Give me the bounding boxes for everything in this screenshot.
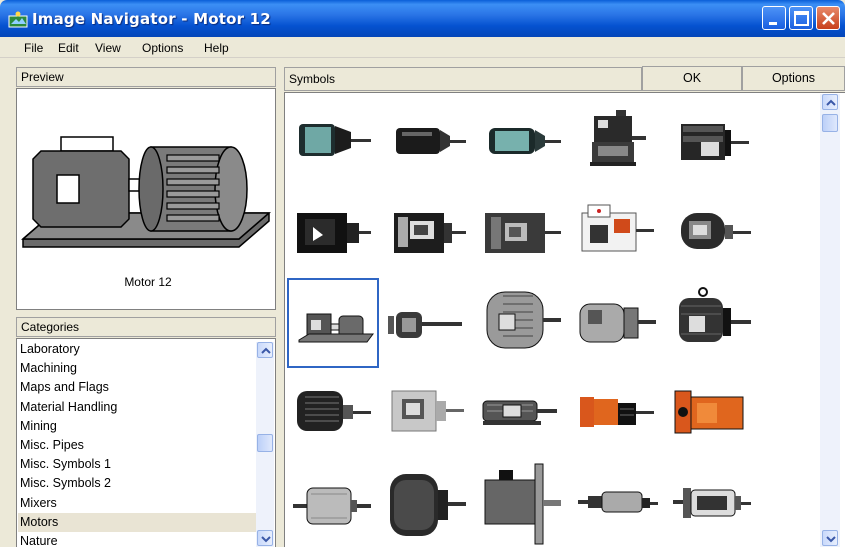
- symbol-cell[interactable]: [667, 460, 759, 547]
- flanged-motor-icon: [681, 124, 749, 160]
- symbols-header: Symbols: [284, 67, 642, 91]
- categories-header: Categories: [16, 317, 276, 337]
- servo-motor-icon: [484, 463, 561, 545]
- dark-drum-motor-icon: [390, 474, 466, 536]
- framed-motor-icon: [394, 213, 466, 253]
- ribbed-motor-icon: [297, 391, 371, 431]
- symbol-cell[interactable]: [667, 278, 759, 368]
- maximize-icon: [794, 11, 809, 26]
- symbol-cell[interactable]: [287, 278, 379, 368]
- symbol-cell[interactable]: [477, 187, 569, 277]
- menu-bar: File Edit View Options Help: [0, 37, 845, 58]
- gray-round-motor-icon: [681, 213, 751, 249]
- menu-options[interactable]: Options: [142, 41, 183, 55]
- symbol-cell[interactable]: [477, 96, 569, 186]
- close-button[interactable]: [816, 6, 840, 30]
- silver-drum-motor-icon: [293, 487, 371, 525]
- symbol-cell[interactable]: [667, 96, 759, 186]
- preview-header: Preview: [16, 67, 276, 87]
- symbol-cell[interactable]: [477, 278, 569, 368]
- symbol-cell[interactable]: [382, 369, 474, 459]
- large-gray-motor-icon: [486, 291, 561, 349]
- category-item[interactable]: Material Handling: [18, 398, 256, 417]
- symbol-cell[interactable]: [572, 460, 664, 547]
- category-item[interactable]: Maps and Flags: [18, 378, 256, 397]
- category-item[interactable]: Mining: [18, 417, 256, 436]
- clear-housing-motor-icon: [673, 488, 751, 518]
- chevron-up-icon: [826, 99, 836, 106]
- black-cylinder-motor-icon: [396, 128, 466, 154]
- scroll-thumb[interactable]: [257, 434, 273, 452]
- chevron-down-icon: [826, 536, 836, 543]
- menu-view[interactable]: View: [95, 41, 121, 55]
- scroll-thumb[interactable]: [822, 114, 838, 132]
- white-control-motor-icon: [581, 204, 654, 252]
- category-item[interactable]: Misc. Symbols 1: [18, 455, 256, 474]
- scroll-down-button[interactable]: [257, 530, 273, 546]
- symbol-cell[interactable]: [572, 187, 664, 277]
- symbol-cell[interactable]: [382, 278, 474, 368]
- minimize-icon: [769, 22, 777, 25]
- symbol-cell[interactable]: [287, 369, 379, 459]
- ok-button[interactable]: OK: [642, 66, 742, 91]
- category-item[interactable]: Misc. Symbols 2: [18, 474, 256, 493]
- teal-motor-icon: [299, 124, 371, 156]
- scroll-up-button[interactable]: [822, 94, 838, 110]
- chevron-up-icon: [261, 347, 271, 354]
- category-item[interactable]: Mixers: [18, 494, 256, 513]
- linear-actuator-icon: [578, 491, 658, 513]
- geared-motor-icon: [590, 110, 646, 166]
- minimize-button[interactable]: [762, 6, 786, 30]
- preview-panel: Motor 12: [16, 88, 276, 310]
- skid-motor-icon: [482, 400, 557, 425]
- symbol-cell[interactable]: [477, 460, 569, 547]
- lifting-eye-motor-icon: [679, 287, 751, 342]
- chevron-down-icon: [261, 536, 271, 543]
- category-item[interactable]: Laboratory: [18, 340, 256, 359]
- window-title: Image Navigator - Motor 12: [32, 10, 271, 28]
- orange-gearbox-motor-icon: [580, 397, 654, 427]
- categories-scrollbar[interactable]: [256, 342, 274, 547]
- symbol-cell[interactable]: [572, 278, 664, 368]
- scroll-down-button[interactable]: [822, 530, 838, 546]
- symbol-cell[interactable]: [572, 96, 664, 186]
- window-left-border: [0, 58, 14, 547]
- teal-cylinder-motor-icon: [489, 128, 561, 154]
- symbol-cell[interactable]: [382, 187, 474, 277]
- motor-preview-image: [20, 136, 272, 248]
- silver-motor-icon: [579, 303, 656, 343]
- symbol-cell[interactable]: [287, 187, 379, 277]
- preview-caption: Motor 12: [124, 275, 172, 289]
- menu-edit[interactable]: Edit: [58, 41, 79, 55]
- title-bar: Image Navigator - Motor 12: [0, 0, 845, 37]
- orange-flange-motor-icon: [674, 390, 744, 434]
- app-icon: [8, 11, 28, 28]
- category-item-selected[interactable]: Motors: [18, 512, 256, 532]
- symbol-cell[interactable]: [287, 460, 379, 547]
- categories-list: Laboratory Machining Maps and Flags Mate…: [18, 340, 256, 547]
- base-motor-icon: [298, 313, 374, 343]
- maximize-button[interactable]: [789, 6, 813, 30]
- symbol-cell[interactable]: [382, 460, 474, 547]
- black-box-motor-icon: [297, 213, 371, 253]
- symbol-cell[interactable]: [287, 96, 379, 186]
- close-icon: [822, 12, 835, 25]
- symbol-cell[interactable]: [667, 369, 759, 459]
- symbol-cell[interactable]: [572, 369, 664, 459]
- category-item[interactable]: Nature: [18, 532, 256, 547]
- gray-frame-motor-icon: [485, 213, 561, 253]
- category-item[interactable]: Misc. Pipes: [18, 436, 256, 455]
- light-gray-motor-icon: [391, 390, 464, 432]
- menu-help[interactable]: Help: [204, 41, 229, 55]
- symbol-cell[interactable]: [667, 187, 759, 277]
- small-spindle-motor-icon: [388, 312, 462, 338]
- scroll-up-button[interactable]: [257, 342, 273, 358]
- symbol-cell[interactable]: [382, 96, 474, 186]
- symbol-cell[interactable]: [477, 369, 569, 459]
- menu-file[interactable]: File: [24, 41, 43, 55]
- category-item[interactable]: Machining: [18, 359, 256, 378]
- symbols-scrollbar[interactable]: [820, 94, 840, 547]
- options-button[interactable]: Options: [742, 66, 845, 91]
